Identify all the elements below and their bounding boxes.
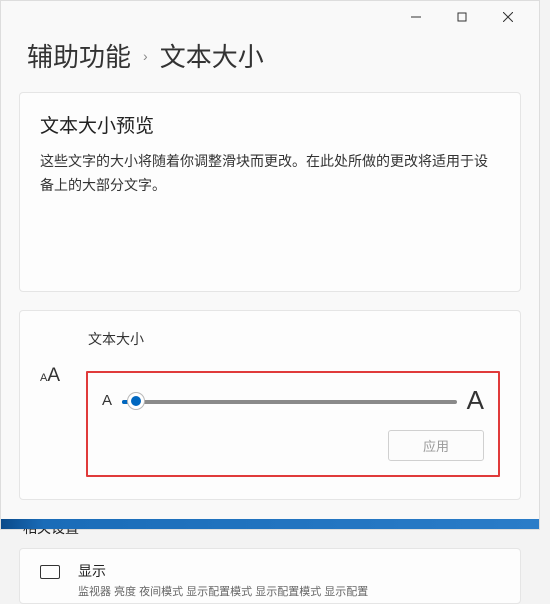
breadcrumb-current: 文本大小 bbox=[160, 37, 264, 74]
highlight-annotation: A A 应用 bbox=[86, 371, 500, 477]
preview-title: 文本大小预览 bbox=[40, 111, 500, 138]
titlebar bbox=[1, 1, 539, 33]
chevron-right-icon: › bbox=[143, 48, 148, 64]
text-size-slider-card: AA 文本大小 A A bbox=[19, 310, 521, 500]
text-size-icon: AA bbox=[40, 365, 86, 387]
breadcrumb: 辅助功能 › 文本大小 bbox=[1, 33, 539, 92]
slider-min-label: A bbox=[102, 392, 112, 409]
slider-track bbox=[122, 400, 457, 404]
slider-label: 文本大小 bbox=[88, 329, 500, 349]
breadcrumb-parent[interactable]: 辅助功能 bbox=[27, 37, 131, 74]
maximize-button[interactable] bbox=[439, 1, 485, 33]
text-size-slider[interactable] bbox=[122, 391, 457, 411]
minimize-button[interactable] bbox=[393, 1, 439, 33]
monitor-icon bbox=[40, 565, 60, 579]
related-item-subtitle: 监视器 亮度 夜间模式 显示配置模式 显示配置模式 显示配置 bbox=[78, 583, 368, 599]
settings-window: 辅助功能 › 文本大小 文本大小预览 这些文字的大小将随着你调整滑块而更改。在此… bbox=[0, 0, 540, 530]
taskbar bbox=[1, 519, 539, 529]
close-button[interactable] bbox=[485, 1, 531, 33]
slider-max-label: A bbox=[467, 385, 484, 416]
slider-thumb[interactable] bbox=[128, 393, 144, 409]
related-item-title: 显示 bbox=[78, 561, 368, 581]
text-size-preview-card: 文本大小预览 这些文字的大小将随着你调整滑块而更改。在此处所做的更改将适用于设备… bbox=[19, 92, 521, 292]
apply-button[interactable]: 应用 bbox=[388, 430, 484, 461]
preview-body: 这些文字的大小将随着你调整滑块而更改。在此处所做的更改将适用于设备上的大部分文字… bbox=[40, 150, 500, 198]
related-display-item[interactable]: 显示 监视器 亮度 夜间模式 显示配置模式 显示配置模式 显示配置 bbox=[19, 548, 521, 604]
